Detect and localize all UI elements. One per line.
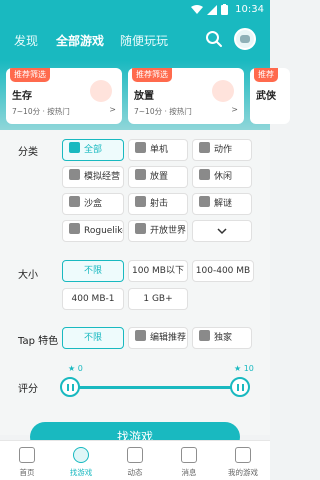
category-option-all[interactable]: 全部 xyxy=(62,139,124,161)
tap-feature-option-exclusive[interactable]: 独家 xyxy=(192,327,252,349)
status-bar: 10:34 xyxy=(0,0,270,20)
category-option-simulation[interactable]: 模拟经营 xyxy=(62,166,124,188)
category-option-open-world[interactable]: 开放世界 xyxy=(128,220,188,242)
recommend-badge: 推荐 xyxy=(254,68,278,82)
controller-icon xyxy=(235,447,251,463)
rating-label: 评分 xyxy=(18,384,38,395)
recommend-cards: 推荐筛选 生存 7~10分 · 按热门 > 推荐筛选 放置 7~10分 · 按热… xyxy=(0,60,290,130)
size-option-400mb-1gb[interactable]: 400 MB-1 xyxy=(62,288,124,310)
hourglass-icon xyxy=(212,80,234,102)
category-option-roguelike[interactable]: Roguelike xyxy=(62,220,124,242)
size-option-over-1gb[interactable]: 1 GB+ xyxy=(128,288,188,310)
nav-home[interactable]: 首页 xyxy=(0,441,54,480)
grid-icon xyxy=(69,142,80,153)
nav-label: 消息 xyxy=(181,468,197,477)
nav-label: 动态 xyxy=(127,468,143,477)
planet-icon xyxy=(73,447,89,463)
tap-feature-option-any[interactable]: 不限 xyxy=(62,327,124,349)
tap-feature-label: Tap 特色 xyxy=(18,336,59,347)
category-option-sandbox[interactable]: 沙盒 xyxy=(62,193,124,215)
hourglass-icon xyxy=(135,169,146,180)
home-icon xyxy=(19,447,35,463)
sword-icon xyxy=(199,142,210,153)
chevron-down-icon xyxy=(217,227,227,234)
dice-icon xyxy=(69,223,80,234)
size-option-under-100mb[interactable]: 100 MB以下 xyxy=(128,260,188,282)
feed-icon xyxy=(127,447,143,463)
rating-slider-max-handle[interactable] xyxy=(230,377,250,397)
gamepad-icon xyxy=(135,142,146,153)
nav-find-games[interactable]: 找游戏 xyxy=(54,441,108,480)
rating-min-value: ★ 0 xyxy=(68,364,83,373)
bottom-nav: 首页 找游戏 动态 消息 我的游戏 xyxy=(0,440,270,480)
status-time: 10:34 xyxy=(235,4,264,15)
recommend-card-idle[interactable]: 推荐筛选 放置 7~10分 · 按热门 > xyxy=(128,68,244,124)
recommend-badge: 推荐筛选 xyxy=(132,68,172,82)
bell-icon xyxy=(181,447,197,463)
globe-icon xyxy=(135,223,146,234)
avatar[interactable] xyxy=(234,28,256,50)
tab-random-play[interactable]: 随便玩玩 xyxy=(120,32,168,49)
recommend-card-survival[interactable]: 推荐筛选 生存 7~10分 · 按热门 > xyxy=(6,68,122,124)
chevron-right-icon: > xyxy=(109,105,116,114)
hand-icon xyxy=(135,330,146,341)
tap-feature-option-editor-pick[interactable]: 编辑推荐 xyxy=(128,327,188,349)
chevron-right-icon: > xyxy=(231,105,238,114)
nav-label: 首页 xyxy=(19,468,35,477)
card-title: 放置 xyxy=(134,91,154,102)
bulb-icon xyxy=(199,196,210,207)
category-option-action[interactable]: 动作 xyxy=(192,139,252,161)
shop-icon xyxy=(69,169,80,180)
nav-my-games[interactable]: 我的游戏 xyxy=(216,441,270,480)
card-title: 武侠 xyxy=(256,91,276,102)
top-app-bar: 发现 全部游戏 随便玩玩 xyxy=(0,20,270,60)
search-icon[interactable] xyxy=(205,30,223,48)
target-icon xyxy=(135,196,146,207)
grip-icon xyxy=(237,384,244,391)
card-meta: 7~10分 · 按热门 xyxy=(134,107,192,116)
category-expand-button[interactable] xyxy=(192,220,252,242)
category-option-puzzle[interactable]: 解谜 xyxy=(192,193,252,215)
category-option-idle[interactable]: 放置 xyxy=(128,166,188,188)
flame-icon xyxy=(90,80,112,102)
smile-icon xyxy=(199,169,210,180)
tap-logo-icon xyxy=(199,330,210,341)
tab-discover[interactable]: 发现 xyxy=(14,32,38,49)
card-meta: 7~10分 · 按热门 xyxy=(12,107,70,116)
card-title: 生存 xyxy=(12,91,32,102)
tab-all-games[interactable]: 全部游戏 xyxy=(56,32,104,49)
signal-icon xyxy=(207,4,217,15)
size-option-100-400mb[interactable]: 100-400 MB xyxy=(192,260,254,282)
sandbox-icon xyxy=(69,196,80,207)
category-option-singleplayer[interactable]: 单机 xyxy=(128,139,188,161)
size-option-any[interactable]: 不限 xyxy=(62,260,124,282)
nav-label: 找游戏 xyxy=(69,468,93,477)
rating-slider-min-handle[interactable] xyxy=(60,377,80,397)
size-label: 大小 xyxy=(18,270,38,281)
recommend-card-wuxia[interactable]: 推荐 武侠 xyxy=(250,68,290,124)
category-option-casual[interactable]: 休闲 xyxy=(192,166,252,188)
nav-label: 我的游戏 xyxy=(228,468,258,477)
nav-feed[interactable]: 动态 xyxy=(108,441,162,480)
category-option-shooter[interactable]: 射击 xyxy=(128,193,188,215)
wifi-icon xyxy=(191,4,203,14)
category-label: 分类 xyxy=(18,147,38,158)
grip-icon xyxy=(67,384,74,391)
nav-messages[interactable]: 消息 xyxy=(162,441,216,480)
recommend-badge: 推荐筛选 xyxy=(10,68,50,82)
battery-icon xyxy=(221,4,228,15)
rating-max-value: ★ 10 xyxy=(234,364,254,373)
rating-slider-track[interactable] xyxy=(70,386,240,389)
avatar-face-icon xyxy=(240,35,250,43)
